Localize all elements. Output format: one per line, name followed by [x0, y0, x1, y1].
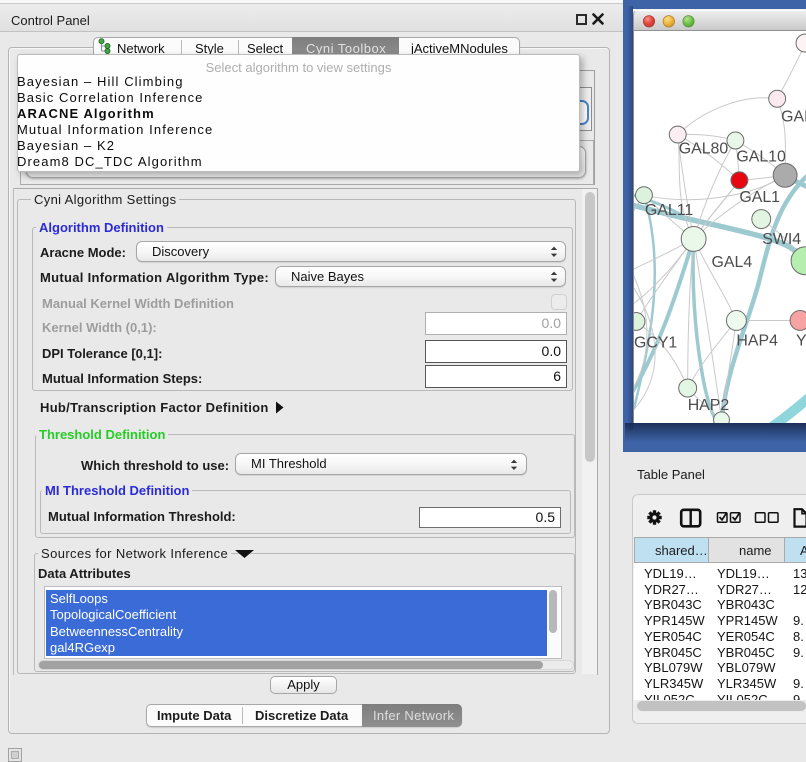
svg-text:SWI4: SWI4: [762, 231, 801, 248]
svg-text:GAL80: GAL80: [679, 140, 729, 157]
svg-text:GAL1: GAL1: [739, 189, 780, 206]
svg-text:GAL7: GAL7: [781, 109, 806, 126]
svg-text:HAP2: HAP2: [688, 397, 730, 414]
svg-text:GCY1: GCY1: [634, 334, 677, 351]
svg-text:GAL11: GAL11: [645, 202, 693, 219]
svg-text:HAP4: HAP4: [736, 332, 778, 349]
svg-text:GAL4: GAL4: [712, 254, 753, 271]
svg-text:Y: Y: [796, 332, 806, 349]
svg-text:GAL10: GAL10: [736, 148, 786, 165]
